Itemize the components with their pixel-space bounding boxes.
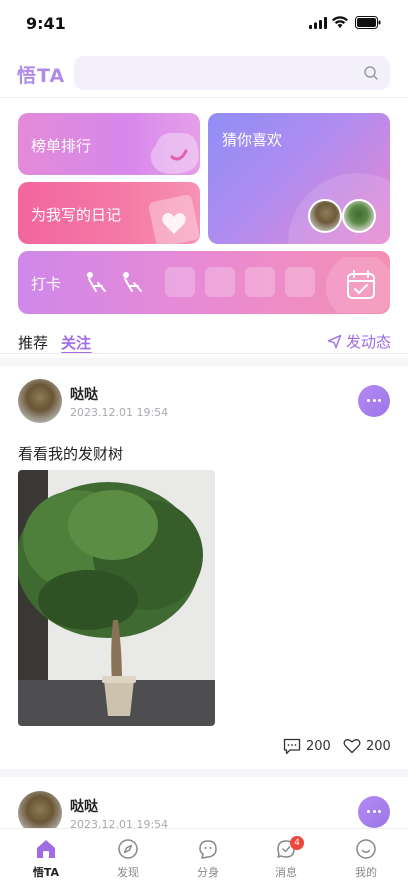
avatar-face-icon — [199, 840, 217, 859]
avatar[interactable] — [18, 379, 62, 423]
header-divider — [0, 97, 408, 98]
more-options-button[interactable] — [358, 385, 390, 417]
checkin-card[interactable]: 打卡 — [18, 251, 390, 314]
checkin-slot — [165, 267, 195, 297]
checkin-slot — [205, 267, 235, 297]
post-image[interactable] — [18, 470, 215, 726]
post-time: 2023.12.01 19:54 — [70, 406, 169, 419]
guess-you-like-card[interactable]: 猜你喜欢 — [208, 113, 390, 244]
nav-item-profile[interactable]: 我的 — [326, 829, 406, 883]
send-icon — [327, 334, 342, 349]
guess-avatar-1 — [308, 199, 342, 233]
avatar[interactable] — [18, 791, 62, 828]
battery-icon — [355, 16, 381, 29]
profile-icon — [356, 839, 376, 859]
ranking-decor-icon — [150, 132, 199, 174]
home-icon — [37, 840, 55, 858]
post-time: 2023.12.01 19:54 — [70, 818, 169, 828]
nav-item-discover[interactable]: 发现 — [88, 829, 168, 883]
tab-recommend[interactable]: 推荐 — [18, 332, 48, 353]
comment-count: 200 — [306, 739, 331, 754]
checkin-slot — [285, 267, 315, 297]
guess-label: 猜你喜欢 — [222, 131, 283, 149]
post-author-name[interactable]: 哒哒 — [70, 796, 98, 816]
compass-icon — [118, 839, 138, 859]
nav-label: 发现 — [117, 866, 139, 879]
post-moment-label: 发动态 — [346, 333, 392, 351]
wifi-icon — [332, 16, 348, 28]
nav-label: 分身 — [197, 866, 219, 879]
nav-item-messages[interactable]: 4 消息 — [246, 829, 326, 883]
like-count: 200 — [366, 738, 391, 754]
nav-label: 我的 — [355, 866, 377, 879]
heart-icon — [343, 739, 361, 754]
seat-icon-2 — [123, 272, 142, 292]
like-stat[interactable]: 200 — [343, 738, 391, 754]
status-bar: 9:41 — [0, 0, 408, 46]
nav-item-home[interactable]: 悟TA — [6, 829, 86, 883]
top-header: 悟TA — [0, 46, 408, 98]
post-separator — [0, 769, 408, 777]
ranking-card[interactable]: 榜单排行 — [18, 113, 200, 175]
brand-logo: 悟TA — [17, 65, 66, 87]
money-tree-photo — [18, 470, 215, 726]
status-time: 9:41 — [26, 14, 66, 33]
seat-icon — [87, 272, 106, 292]
comment-stat[interactable]: 200 — [283, 738, 331, 755]
section-gap — [0, 358, 408, 366]
tabs-divider — [0, 353, 408, 354]
guess-avatar-2 — [342, 199, 376, 233]
post-text: 看看我的发财树 — [18, 445, 124, 463]
checkin-slot — [245, 267, 275, 297]
nav-label: 消息 — [275, 866, 297, 879]
nav-label: 悟TA — [32, 866, 60, 879]
checkin-label: 打卡 — [31, 275, 62, 293]
diary-label: 为我写的日记 — [31, 206, 122, 224]
post-moment-button[interactable]: 发动态 — [327, 331, 391, 352]
nav-item-avatar[interactable]: 分身 — [168, 829, 248, 883]
diary-decor-icon — [148, 195, 200, 244]
comment-icon — [283, 738, 301, 755]
signal-icon — [309, 17, 327, 29]
feed-post: 哒哒 2023.12.01 19:54 看看我的发财树 200 200 — [0, 366, 408, 769]
calendar-icon — [326, 257, 390, 313]
bottom-nav: 悟TA 发现 分身 4 消息 我的 — [0, 828, 408, 883]
search-icon — [364, 66, 378, 80]
tab-follow[interactable]: 关注 — [61, 332, 91, 353]
search-input[interactable] — [74, 56, 390, 90]
message-badge: 4 — [290, 836, 304, 850]
ranking-label: 榜单排行 — [31, 137, 92, 155]
post-author-name[interactable]: 哒哒 — [70, 384, 98, 404]
feed-post: 哒哒 2023.12.01 19:54 — [0, 777, 408, 828]
diary-card[interactable]: 为我写的日记 — [18, 182, 200, 244]
more-options-button[interactable] — [358, 796, 390, 828]
